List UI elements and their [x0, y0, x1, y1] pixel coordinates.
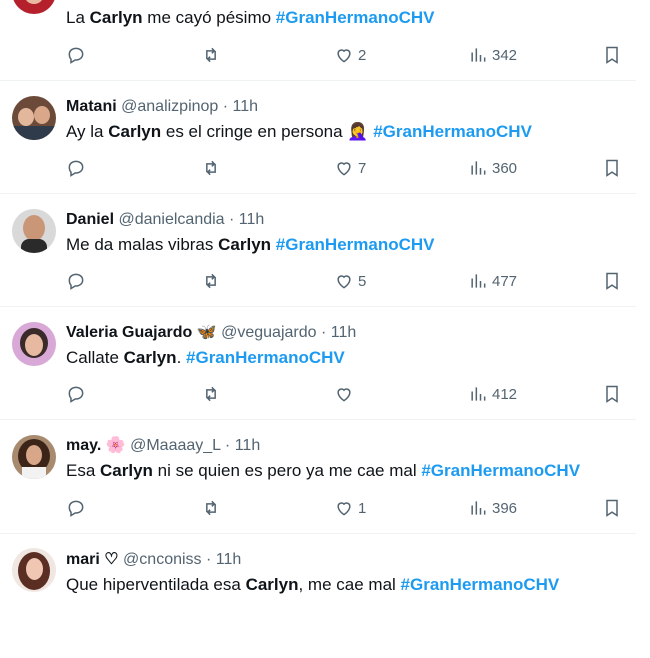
tweet-actions: 1 396 — [66, 496, 626, 520]
reply-icon — [68, 500, 84, 517]
hashtag-link[interactable]: #GranHermanoCHV — [276, 8, 435, 27]
like-icon — [337, 275, 351, 289]
views-button[interactable]: 360 — [468, 156, 517, 180]
bookmark-icon — [606, 272, 618, 290]
tweet-text: Esa Carlyn ni se quien es pero ya me cae… — [66, 461, 581, 480]
like-button[interactable]: 1 — [334, 496, 366, 520]
bookmark-button[interactable] — [602, 496, 622, 520]
bookmark-icon — [606, 499, 618, 517]
reply-icon — [68, 386, 84, 403]
like-icon — [337, 49, 351, 63]
bookmark-button[interactable] — [602, 382, 622, 406]
retweet-button[interactable] — [201, 382, 225, 406]
tweet-header: Valeria Guajardo 🦋 @veguajardo · 11h — [66, 324, 357, 341]
like-button[interactable] — [334, 382, 358, 406]
display-name[interactable]: Matani — [66, 98, 117, 115]
tweet[interactable]: Daniel @danielcandia · 11h Me da malas v… — [0, 194, 636, 307]
views-icon — [471, 48, 486, 62]
hashtag-link[interactable]: #GranHermanoCHV — [186, 348, 345, 367]
display-name[interactable]: mari ♡ — [66, 551, 119, 568]
views-icon — [471, 274, 486, 288]
hashtag-link[interactable]: #GranHermanoCHV — [401, 575, 560, 594]
handle[interactable]: @danielcandia — [118, 211, 224, 228]
like-icon — [337, 162, 351, 176]
timestamp[interactable]: 11h — [239, 211, 265, 228]
reply-button[interactable] — [66, 382, 90, 406]
handle[interactable]: @Maaaay_L — [130, 437, 220, 454]
views-button[interactable]: 477 — [468, 269, 517, 293]
tweet[interactable]: mari ♡ @cnconiss · 11h Que hiperventilad… — [0, 534, 636, 658]
views-icon — [471, 501, 486, 515]
retweet-button[interactable] — [201, 269, 225, 293]
hashtag-link[interactable]: #GranHermanoCHV — [276, 235, 435, 254]
tweet-actions: 5 477 — [66, 269, 626, 293]
display-name[interactable]: Daniel — [66, 211, 114, 228]
bookmark-icon — [606, 159, 618, 177]
retweet-icon — [206, 386, 216, 402]
timestamp[interactable]: 11h — [235, 437, 261, 454]
like-button[interactable]: 5 — [334, 269, 366, 293]
tweet-header: Daniel @danielcandia · 11h — [66, 211, 265, 228]
like-button[interactable]: 7 — [334, 156, 366, 180]
tweet-actions: 2 342 — [66, 43, 626, 67]
hashtag-link[interactable]: #GranHermanoCHV — [373, 122, 532, 141]
avatar[interactable] — [12, 435, 56, 479]
handle[interactable]: @cnconiss — [123, 551, 202, 568]
retweet-button[interactable] — [201, 156, 225, 180]
tweet-header: may. 🌸 @Maaaay_L · 11h — [66, 437, 261, 454]
tweet-text: Ay la Carlyn es el cringe en persona 🤦‍♀… — [66, 122, 532, 141]
avatar[interactable] — [12, 548, 56, 592]
tweet-actions: 7 360 — [66, 156, 626, 180]
bookmark-icon — [606, 385, 618, 403]
tweet-text: Que hiperventilada esa Carlyn, me cae ma… — [66, 575, 560, 594]
retweet-icon — [206, 273, 216, 289]
bookmark-button[interactable] — [602, 43, 622, 67]
views-button[interactable]: 342 — [468, 43, 517, 67]
tweet-text: Callate Carlyn. #GranHermanoCHV — [66, 348, 345, 367]
retweet-icon — [206, 160, 216, 176]
like-button[interactable]: 2 — [334, 43, 366, 67]
display-name[interactable]: may. 🌸 — [66, 437, 126, 454]
reply-button[interactable] — [66, 496, 90, 520]
views-icon — [471, 161, 486, 175]
tweet-header: Matani @analizpinop · 11h — [66, 98, 259, 115]
avatar[interactable] — [12, 322, 56, 366]
avatar[interactable] — [12, 0, 56, 14]
reply-icon — [68, 273, 84, 290]
reply-icon — [68, 160, 84, 177]
avatar[interactable] — [12, 209, 56, 253]
like-icon — [337, 388, 351, 402]
reply-button[interactable] — [66, 156, 90, 180]
tweet[interactable]: may. 🌸 @Maaaay_L · 11h Esa Carlyn ni se … — [0, 420, 636, 534]
tweet-actions: 412 — [66, 382, 626, 406]
tweet[interactable]: La Carlyn me cayó pésimo #GranHermanoCHV… — [0, 0, 636, 81]
reply-icon — [68, 47, 84, 64]
avatar[interactable] — [12, 96, 56, 140]
display-name[interactable]: Valeria Guajardo 🦋 — [66, 324, 217, 341]
retweet-icon — [206, 47, 216, 63]
timestamp[interactable]: 11h — [233, 98, 259, 115]
bookmark-button[interactable] — [602, 156, 622, 180]
like-icon — [337, 502, 351, 516]
tweet-header: mari ♡ @cnconiss · 11h — [66, 551, 242, 568]
views-icon — [471, 387, 486, 401]
handle[interactable]: @analizpinop — [121, 98, 218, 115]
bookmark-button[interactable] — [602, 269, 622, 293]
handle[interactable]: @veguajardo — [221, 324, 316, 341]
retweet-icon — [206, 500, 216, 516]
hashtag-link[interactable]: #GranHermanoCHV — [421, 461, 580, 480]
tweet[interactable]: Matani @analizpinop · 11h Ay la Carlyn e… — [0, 81, 636, 194]
timestamp[interactable]: 11h — [331, 324, 357, 341]
retweet-button[interactable] — [201, 43, 225, 67]
reply-button[interactable] — [66, 269, 90, 293]
timestamp[interactable]: 11h — [216, 551, 242, 568]
tweet-text: La Carlyn me cayó pésimo #GranHermanoCHV — [66, 8, 435, 27]
bookmark-icon — [606, 46, 618, 64]
tweet-text: Me da malas vibras Carlyn #GranHermanoCH… — [66, 235, 435, 254]
views-button[interactable]: 396 — [468, 496, 517, 520]
retweet-button[interactable] — [201, 496, 225, 520]
reply-button[interactable] — [66, 43, 90, 67]
views-button[interactable]: 412 — [468, 382, 517, 406]
tweet[interactable]: Valeria Guajardo 🦋 @veguajardo · 11h Cal… — [0, 307, 636, 420]
